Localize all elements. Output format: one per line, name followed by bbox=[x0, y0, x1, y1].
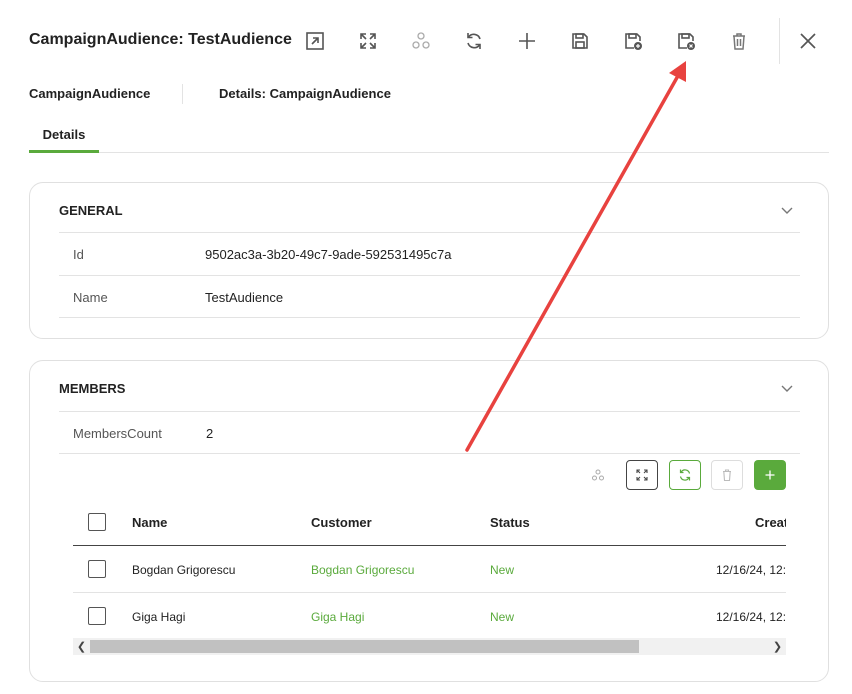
scroll-left-icon[interactable]: ❮ bbox=[73, 638, 90, 655]
cell-customer-link[interactable]: Bogdan Grigorescu bbox=[311, 563, 414, 577]
grid-relations-icon bbox=[582, 460, 614, 490]
column-header-customer[interactable]: Customer bbox=[311, 515, 372, 530]
table-row[interactable]: Bogdan Grigorescu Bogdan Grigorescu New … bbox=[73, 546, 786, 593]
table-row[interactable]: Giga Hagi Giga Hagi New 12/16/24, 12: bbox=[73, 593, 786, 640]
save-icon[interactable] bbox=[569, 30, 591, 52]
maximize-icon[interactable] bbox=[357, 30, 379, 52]
cell-name: Giga Hagi bbox=[132, 610, 186, 624]
column-header-created[interactable]: Creat bbox=[755, 515, 786, 530]
section-title-members: MEMBERS bbox=[59, 381, 126, 396]
cell-created: 12/16/24, 12: bbox=[716, 563, 786, 577]
field-value: TestAudience bbox=[205, 290, 284, 305]
toolbar-divider bbox=[779, 18, 780, 64]
section-title-general: GENERAL bbox=[59, 203, 123, 218]
field-row-memberscount: MembersCount 2 bbox=[59, 411, 800, 454]
scrollbar-thumb[interactable] bbox=[90, 640, 639, 653]
grid-header-row: Name Customer Status Creat bbox=[73, 499, 786, 546]
members-section: MEMBERS MembersCount 2 Name Customer Sta… bbox=[29, 360, 829, 682]
breadcrumb-divider bbox=[182, 84, 183, 104]
cell-status[interactable]: New bbox=[490, 563, 514, 577]
members-grid: Name Customer Status Creat Bogdan Grigor… bbox=[73, 499, 786, 654]
column-header-status[interactable]: Status bbox=[490, 515, 530, 530]
tab-bar: Details bbox=[29, 118, 829, 153]
cell-created: 12/16/24, 12: bbox=[716, 610, 786, 624]
general-section: GENERAL Id 9502ac3a-3b20-49c7-9ade-59253… bbox=[29, 182, 829, 339]
refresh-icon[interactable] bbox=[463, 30, 485, 52]
grid-delete-button[interactable] bbox=[711, 460, 743, 490]
cell-status[interactable]: New bbox=[490, 610, 514, 624]
open-external-icon[interactable] bbox=[304, 30, 326, 52]
field-label: Id bbox=[73, 247, 84, 262]
grid-add-button[interactable] bbox=[754, 460, 786, 490]
cell-customer-link[interactable]: Giga Hagi bbox=[311, 610, 364, 624]
save-close-icon[interactable] bbox=[675, 30, 697, 52]
trash-icon bbox=[723, 469, 731, 482]
refresh-icon bbox=[679, 469, 691, 481]
horizontal-scrollbar[interactable]: ❮ ❯ bbox=[73, 638, 786, 655]
field-value: 9502ac3a-3b20-49c7-9ade-592531495c7a bbox=[205, 247, 452, 262]
save-add-icon[interactable] bbox=[622, 30, 644, 52]
field-label: Name bbox=[73, 290, 108, 305]
grid-maximize-button[interactable] bbox=[626, 460, 658, 490]
breadcrumb-item-campaignaudience[interactable]: CampaignAudience bbox=[29, 86, 150, 101]
add-icon[interactable] bbox=[516, 30, 538, 52]
field-label: MembersCount bbox=[73, 426, 162, 441]
grid-toolbar bbox=[30, 460, 830, 492]
detail-header: CampaignAudience: TestAudience bbox=[0, 0, 852, 78]
breadcrumb-item-details[interactable]: Details: CampaignAudience bbox=[219, 86, 391, 101]
chevron-down-icon[interactable] bbox=[780, 381, 794, 395]
close-icon[interactable] bbox=[797, 30, 819, 52]
field-value: 2 bbox=[206, 426, 214, 441]
field-row-id: Id 9502ac3a-3b20-49c7-9ade-592531495c7a bbox=[59, 232, 800, 275]
row-checkbox[interactable] bbox=[88, 607, 106, 625]
relations-icon bbox=[410, 30, 432, 52]
grid-refresh-button[interactable] bbox=[669, 460, 701, 490]
maximize-icon bbox=[636, 469, 648, 481]
column-header-name[interactable]: Name bbox=[132, 515, 167, 530]
page-title: CampaignAudience: TestAudience bbox=[29, 31, 292, 48]
cell-name: Bogdan Grigorescu bbox=[132, 563, 236, 577]
scroll-right-icon[interactable]: ❯ bbox=[769, 638, 786, 655]
field-row-name: Name TestAudience bbox=[59, 275, 800, 318]
row-checkbox[interactable] bbox=[88, 560, 106, 578]
add-icon bbox=[765, 470, 775, 480]
tab-details[interactable]: Details bbox=[29, 118, 99, 153]
trash-icon[interactable] bbox=[728, 30, 750, 52]
select-all-checkbox[interactable] bbox=[88, 513, 106, 531]
chevron-down-icon[interactable] bbox=[780, 203, 794, 217]
breadcrumb: CampaignAudience Details: CampaignAudien… bbox=[0, 84, 852, 106]
